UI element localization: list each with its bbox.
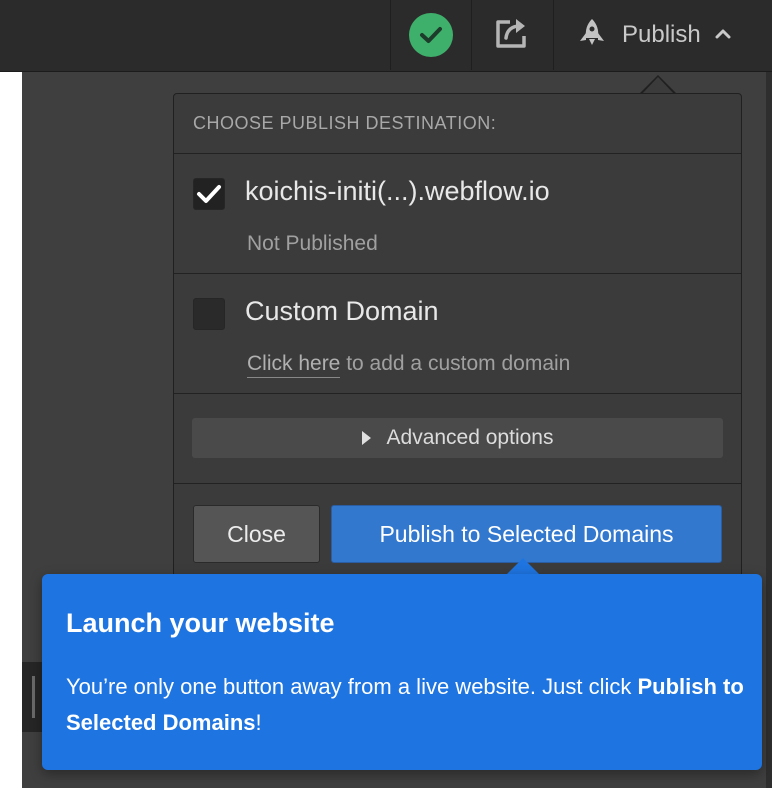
tooltip-body: You’re only one button away from a live … xyxy=(66,669,746,741)
custom-domain-checkbox[interactable] xyxy=(193,298,225,330)
panel-caret-fill xyxy=(642,77,674,94)
export-button[interactable] xyxy=(472,0,553,70)
custom-domain-hint-text: to add a custom domain xyxy=(340,352,571,375)
right-panel-edge xyxy=(766,72,772,788)
tooltip-body-text: You’re only one button away from a live … xyxy=(66,674,638,699)
publish-label: Publish xyxy=(622,21,701,48)
checkmark-circle-icon xyxy=(409,13,453,57)
rocket-icon xyxy=(576,17,608,54)
top-toolbar: Publish xyxy=(0,0,772,72)
custom-domain-title: Custom Domain xyxy=(245,296,439,326)
caret-right-icon xyxy=(361,431,371,445)
publish-to-selected-domains-button[interactable]: Publish to Selected Domains xyxy=(331,505,722,563)
site-status-button[interactable] xyxy=(391,0,471,70)
launch-tooltip: Launch your website You’re only one butt… xyxy=(42,574,762,770)
advanced-options-label: Advanced options xyxy=(386,426,554,449)
custom-domain-hint: Click here to add a custom domain xyxy=(247,352,571,378)
panel-header: CHOOSE PUBLISH DESTINATION: xyxy=(174,94,741,154)
close-button[interactable]: Close xyxy=(193,505,320,563)
destination-row-custom[interactable]: Custom Domain Click here to add a custom… xyxy=(174,274,741,394)
advanced-options-row: Advanced options xyxy=(174,394,741,484)
webflow-domain-status: Not Published xyxy=(247,232,378,255)
webflow-domain-name: koichis-initi(...).webflow.io xyxy=(245,176,550,206)
checkmark-icon xyxy=(197,185,221,203)
tooltip-caret xyxy=(506,558,540,575)
tooltip-body-end: ! xyxy=(255,710,262,735)
tooltip-title: Launch your website xyxy=(66,608,335,638)
designer-canvas-page xyxy=(0,72,22,788)
publish-menu-button[interactable]: Publish xyxy=(554,0,772,70)
add-custom-domain-link[interactable]: Click here xyxy=(247,352,341,378)
drag-handle[interactable] xyxy=(32,676,35,718)
chevron-up-icon xyxy=(715,26,731,44)
destination-row-webflow[interactable]: koichis-initi(...).webflow.io Not Publis… xyxy=(174,154,741,274)
webflow-domain-checkbox[interactable] xyxy=(193,178,225,210)
export-share-icon xyxy=(494,16,532,55)
advanced-options-toggle[interactable]: Advanced options xyxy=(192,418,723,458)
publish-dropdown-panel: CHOOSE PUBLISH DESTINATION: koichis-init… xyxy=(173,93,742,593)
